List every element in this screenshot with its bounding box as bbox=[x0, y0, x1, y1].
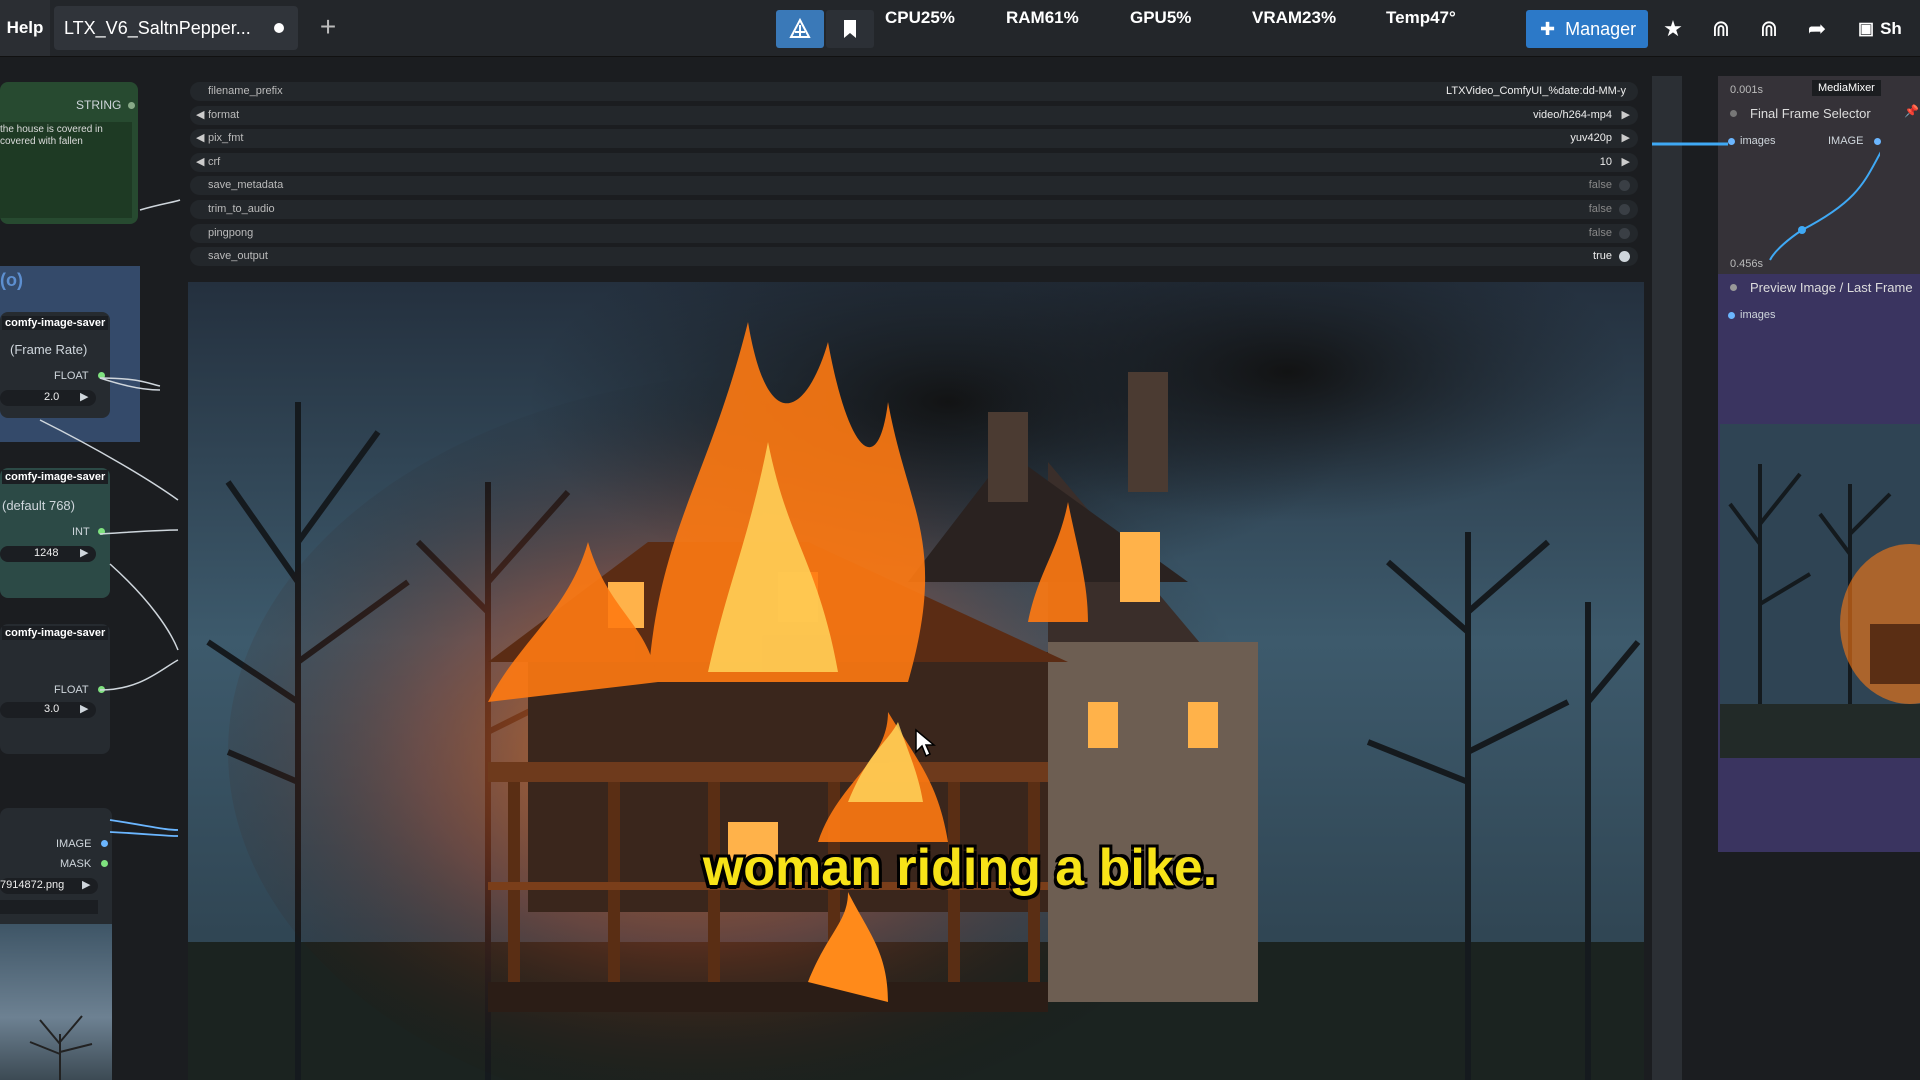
widget-label: crf bbox=[208, 155, 221, 168]
collapse-dot[interactable] bbox=[1730, 284, 1737, 291]
star-icon[interactable]: ★ bbox=[1652, 10, 1694, 48]
string-type-label: STRING bbox=[76, 98, 122, 112]
widget-value: true bbox=[1593, 250, 1612, 263]
right-wires bbox=[1652, 142, 1880, 261]
temperature: Temp47° bbox=[1386, 8, 1456, 27]
widget-label: pingpong bbox=[208, 226, 254, 239]
images-input-label: images bbox=[1740, 309, 1776, 321]
widget-value: false bbox=[1588, 226, 1612, 239]
manager-button[interactable]: ✚ Manager bbox=[1526, 10, 1648, 48]
gpu-usage: GPU5% bbox=[1130, 8, 1192, 27]
help-menu[interactable]: Help bbox=[0, 0, 50, 56]
upload-field[interactable] bbox=[0, 900, 98, 914]
tree-thumbnail bbox=[29, 1015, 93, 1080]
collapse-dot[interactable] bbox=[1730, 110, 1737, 117]
images-input-dot[interactable] bbox=[1728, 312, 1735, 319]
widget-row-pingpong[interactable]: pingpong false bbox=[190, 223, 1638, 243]
execution-time-top: 0.001s bbox=[1730, 84, 1764, 96]
manager-label: Manager bbox=[1565, 19, 1637, 39]
widget-row-filename-prefix[interactable]: filename_prefix LTXVideo_ComfyUI_%date:dd… bbox=[190, 82, 1638, 101]
bookmark-button[interactable] bbox=[826, 10, 874, 48]
widget-row-format[interactable]: ◀ ▶ format video/h264-mp4 bbox=[190, 105, 1638, 125]
burning-house-image bbox=[188, 282, 1644, 1080]
widget-row-save-metadata[interactable]: save_metadata false bbox=[190, 176, 1638, 196]
widget-value: yuv420p bbox=[1570, 132, 1612, 145]
cpu-usage: CPU25% bbox=[885, 8, 955, 27]
widget-value: LTXVideo_ComfyUI_%date:dd-MM-y bbox=[1446, 85, 1626, 97]
workflow-tab[interactable]: LTX_V6_SaltnPepper... bbox=[54, 6, 298, 50]
increment-arrow-icon[interactable]: ▶ bbox=[1622, 131, 1630, 144]
image-preview bbox=[0, 924, 112, 1080]
widget-value: 10 bbox=[1599, 155, 1612, 168]
unsaved-indicator bbox=[274, 23, 284, 33]
mask-output-label: MASK bbox=[60, 858, 92, 870]
puzzle-icon: ✚ bbox=[1540, 19, 1556, 39]
increment-arrow-icon[interactable]: ▶ bbox=[1622, 155, 1630, 168]
toggle-knob[interactable] bbox=[1619, 227, 1630, 239]
model-icon[interactable]: ⋒ bbox=[1700, 10, 1742, 48]
bookmark-icon bbox=[844, 20, 856, 38]
decrement-arrow-icon[interactable]: ◀ bbox=[196, 131, 204, 144]
pin-icon[interactable]: 📌 bbox=[1904, 104, 1919, 118]
widget-row-trim-to-audio[interactable]: trim_to_audio false bbox=[190, 200, 1638, 219]
last-frame-thumbnail bbox=[1720, 424, 1920, 758]
toggle-knob[interactable] bbox=[1619, 180, 1630, 192]
mask-output-dot[interactable] bbox=[101, 860, 108, 867]
widget-label: save_output bbox=[208, 250, 268, 263]
decrement-arrow-icon[interactable]: ◀ bbox=[196, 108, 204, 121]
node-pack-badge: MediaMixer bbox=[1812, 80, 1881, 96]
widget-label: filename_prefix bbox=[208, 85, 283, 97]
widget-label: trim_to_audio bbox=[208, 203, 275, 215]
image-file-field[interactable]: 7914872.png ▶ bbox=[0, 878, 98, 894]
widget-label: pix_fmt bbox=[208, 132, 244, 145]
caption-subtitle: woman riding a bike. bbox=[702, 839, 1218, 897]
vram-usage: VRAM23% bbox=[1252, 8, 1337, 27]
toggle-knob[interactable] bbox=[1619, 251, 1630, 263]
widget-label: save_metadata bbox=[208, 179, 284, 192]
string-output-dot[interactable] bbox=[128, 102, 135, 109]
last-frame-preview bbox=[1720, 424, 1920, 758]
toggle-knob[interactable] bbox=[1619, 204, 1630, 215]
workflow-icon bbox=[789, 17, 811, 38]
mouse-cursor-icon bbox=[915, 728, 936, 758]
preview-node[interactable]: Preview Image / Last Frame images bbox=[1718, 274, 1920, 852]
image-icon: ▣ bbox=[1858, 19, 1875, 38]
increment-arrow-icon[interactable]: ▶ bbox=[82, 878, 90, 891]
widget-value: video/h264-mp4 bbox=[1533, 108, 1612, 121]
widget-value: false bbox=[1588, 179, 1612, 192]
left-wires bbox=[39, 199, 181, 837]
widget-label: format bbox=[208, 108, 240, 121]
video-combine-widgets: filename_prefix LTXVideo_ComfyUI_%date:dd… bbox=[190, 82, 1638, 272]
model-alt-icon[interactable]: ⋒ bbox=[1748, 10, 1790, 48]
preview-image bbox=[188, 282, 1644, 1080]
widget-row-crf[interactable]: ◀ ▶ crf 10 bbox=[190, 152, 1638, 172]
new-tab-button[interactable]: + bbox=[316, 12, 340, 42]
preview-image-title: Preview Image / Last Frame bbox=[1750, 280, 1913, 295]
share-arrow-icon[interactable]: ➦ bbox=[1796, 10, 1838, 48]
widget-row-pix-fmt[interactable]: ◀ ▶ pix_fmt yuv420p bbox=[190, 129, 1638, 149]
widget-value: false bbox=[1588, 203, 1612, 215]
share-button[interactable]: ▣ Sh bbox=[1858, 10, 1920, 48]
final-frame-selector-title: Final Frame Selector bbox=[1750, 106, 1871, 121]
top-bar: Help LTX_V6_SaltnPepper... + CPU25% RAM6… bbox=[0, 0, 1920, 57]
increment-arrow-icon[interactable]: ▶ bbox=[1622, 108, 1630, 121]
decrement-arrow-icon[interactable]: ◀ bbox=[196, 155, 204, 168]
widget-row-save-output[interactable]: save_output true bbox=[190, 247, 1638, 267]
queue-button[interactable] bbox=[776, 10, 824, 48]
ram-usage: RAM61% bbox=[1006, 8, 1079, 27]
